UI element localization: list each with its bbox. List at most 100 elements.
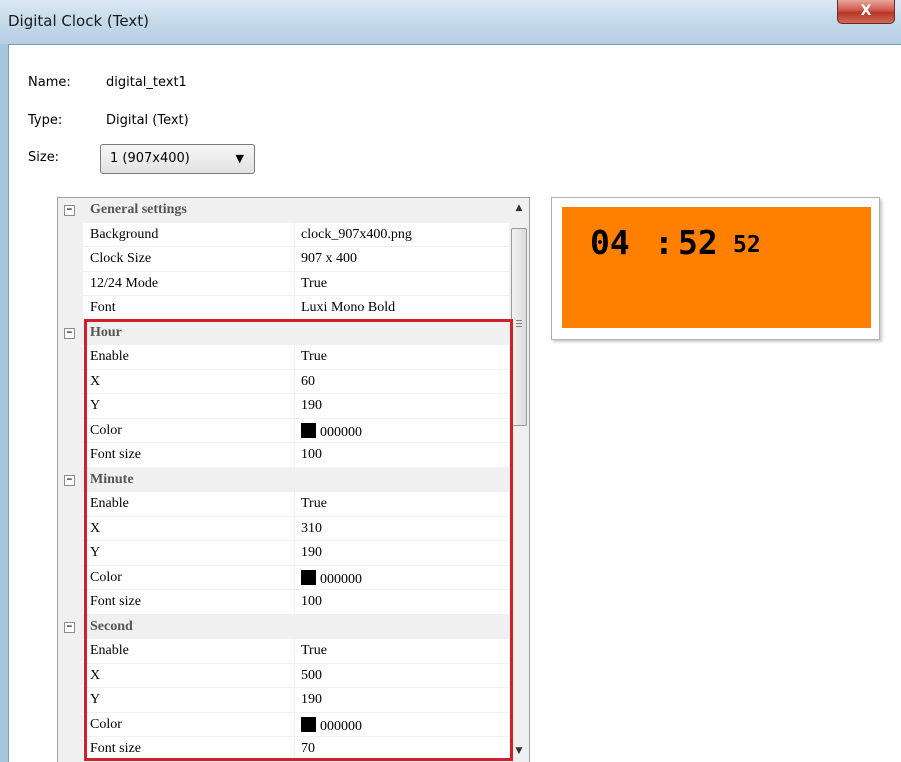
scroll-up-arrow-icon[interactable]: ▲ xyxy=(509,198,529,218)
grid-column-separator xyxy=(294,418,295,443)
grid-property-row[interactable]: Color 000000 xyxy=(58,712,509,737)
color-swatch xyxy=(301,716,316,732)
grid-column-separator xyxy=(294,296,295,321)
size-dropdown-value: 1 (907x400) xyxy=(110,151,190,166)
property-grid-scrollbar[interactable]: ▲ ▼ xyxy=(509,198,529,762)
property-value[interactable]: True xyxy=(301,276,327,292)
property-name: 12/24 Mode xyxy=(90,275,159,291)
grid-column-separator xyxy=(294,369,295,394)
grid-margin xyxy=(58,516,83,541)
grid-property-row[interactable]: Clock Size 907 x 400 xyxy=(58,247,509,272)
grid-property-row[interactable]: X 60 xyxy=(58,369,509,394)
scroll-thumb[interactable] xyxy=(511,228,527,426)
close-button[interactable]: X xyxy=(837,0,895,24)
property-value[interactable]: 000000 xyxy=(301,716,362,735)
property-name: Clock Size xyxy=(90,251,152,266)
property-value[interactable]: 190 xyxy=(301,398,322,414)
grid-property-row[interactable]: Font size 100 xyxy=(58,443,509,468)
grid-margin xyxy=(58,688,83,713)
grid-category-label: Hour xyxy=(90,324,122,340)
property-name: X xyxy=(90,373,101,389)
property-value[interactable]: 190 xyxy=(301,692,322,708)
scroll-down-arrow-icon[interactable]: ▼ xyxy=(509,741,529,761)
grid-property-row[interactable]: Color 000000 xyxy=(58,565,509,590)
grid-category-row[interactable]: − Second xyxy=(58,614,509,639)
property-value[interactable]: True xyxy=(301,349,327,365)
property-value[interactable]: 100 xyxy=(301,447,322,463)
grid-property-row[interactable]: Font size 100 xyxy=(58,590,509,615)
collapse-toggle-icon[interactable]: − xyxy=(64,474,75,486)
grid-property-row[interactable]: Enable True xyxy=(58,345,509,370)
grid-column-separator xyxy=(294,565,295,590)
grid-property-row[interactable]: Y 190 xyxy=(58,394,509,419)
grid-margin xyxy=(58,590,83,615)
grid-column-separator xyxy=(294,639,295,664)
collapse-toggle-icon[interactable]: − xyxy=(64,327,75,339)
grid-column-separator xyxy=(294,590,295,615)
grid-column-separator xyxy=(294,712,295,737)
grid-property-row[interactable]: Y 190 xyxy=(58,541,509,566)
property-name: Enable xyxy=(90,349,129,364)
grid-margin xyxy=(58,737,83,762)
grid-property-row[interactable]: Enable True xyxy=(58,639,509,664)
property-value[interactable]: 190 xyxy=(301,545,322,561)
grid-column-separator xyxy=(294,394,295,419)
chevron-down-icon: ▼ xyxy=(235,152,244,165)
grid-margin xyxy=(58,418,83,443)
property-value[interactable]: 70 xyxy=(301,741,315,757)
property-value[interactable]: 100 xyxy=(301,594,322,610)
property-value[interactable]: 000000 xyxy=(301,569,362,588)
grid-property-row[interactable]: Color 000000 xyxy=(58,418,509,443)
grid-property-row[interactable]: X 310 xyxy=(58,516,509,541)
property-name: Y xyxy=(90,398,101,413)
color-value-text: 000000 xyxy=(320,424,362,440)
grid-margin xyxy=(58,443,83,468)
preview-hour: 04 xyxy=(590,223,630,262)
property-value[interactable]: 907 x 400 xyxy=(301,251,357,267)
grid-margin xyxy=(58,565,83,590)
grid-row-divider xyxy=(83,760,509,762)
grip-line xyxy=(516,323,522,324)
property-name: Color xyxy=(90,422,122,438)
property-value[interactable]: True xyxy=(301,643,327,659)
grid-column-separator xyxy=(294,516,295,541)
property-value[interactable]: 310 xyxy=(301,521,322,537)
color-swatch xyxy=(301,569,316,585)
name-value: digital_text1 xyxy=(106,75,187,90)
property-value[interactable]: 000000 xyxy=(301,422,362,441)
property-value[interactable]: 60 xyxy=(301,374,315,390)
property-value[interactable]: True xyxy=(301,496,327,512)
property-value[interactable]: 500 xyxy=(301,668,322,684)
clock-preview: 04 : 52 52 xyxy=(551,197,880,340)
size-dropdown[interactable]: 1 (907x400) ▼ xyxy=(100,144,255,174)
grid-category-row[interactable]: − General settings xyxy=(58,198,509,223)
grid-property-row[interactable]: Y 190 xyxy=(58,688,509,713)
collapse-toggle-icon[interactable]: − xyxy=(64,621,75,633)
collapse-toggle-icon[interactable]: − xyxy=(64,205,75,216)
grid-column-separator xyxy=(294,663,295,688)
type-value: Digital (Text) xyxy=(106,113,189,128)
grid-margin xyxy=(58,541,83,566)
property-grid: − General settings Background clock_907x400… xyxy=(57,197,530,762)
type-label: Type: xyxy=(28,113,63,128)
grid-column-separator xyxy=(294,247,295,272)
grid-column-separator xyxy=(294,271,295,296)
property-value[interactable]: Luxi Mono Bold xyxy=(301,300,395,316)
grid-property-row[interactable]: Font Luxi Mono Bold xyxy=(58,296,509,321)
property-name: Color xyxy=(90,716,122,732)
grid-property-row[interactable]: Font size 70 xyxy=(58,737,509,762)
grid-category-row[interactable]: − Minute xyxy=(58,467,509,492)
window-title: Digital Clock (Text) xyxy=(8,12,149,30)
grid-category-row[interactable]: − Hour xyxy=(58,320,509,345)
grid-margin xyxy=(58,271,83,296)
grid-property-row[interactable]: Background clock_907x400.png xyxy=(58,222,509,247)
grid-column-separator xyxy=(294,688,295,713)
property-value[interactable]: clock_907x400.png xyxy=(301,227,412,243)
grid-margin xyxy=(58,394,83,419)
grid-property-row[interactable]: X 500 xyxy=(58,663,509,688)
grid-property-row[interactable]: 12/24 Mode True xyxy=(58,271,509,296)
grid-property-row[interactable]: Enable True xyxy=(58,492,509,517)
title-bar[interactable]: Digital Clock (Text) X xyxy=(0,0,901,44)
grid-column-separator xyxy=(294,345,295,370)
size-label: Size: xyxy=(28,150,60,165)
